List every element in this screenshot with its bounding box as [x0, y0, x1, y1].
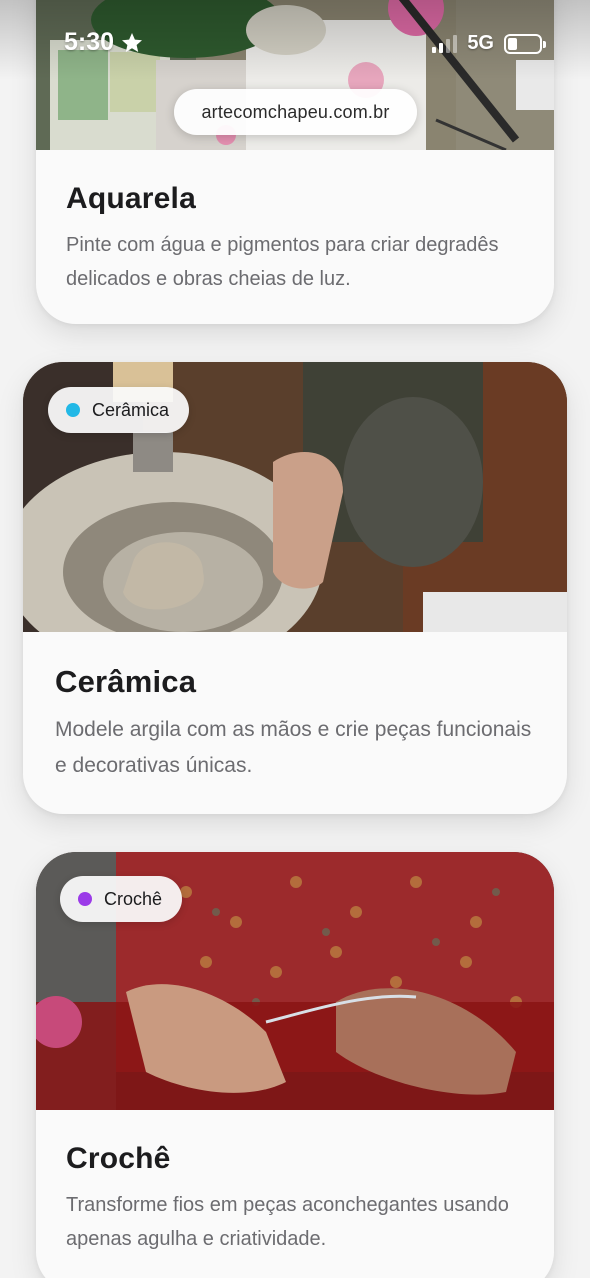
card-ceramica[interactable]: Cerâmica Cerâmica Modele argila com as m…: [23, 362, 567, 814]
address-bar-url: artecomchapeu.com.br: [201, 101, 390, 122]
card-description: Transforme fios em peças aconchegantes u…: [66, 1194, 509, 1250]
card-description: Modele argila com as mãos e crie peças f…: [55, 718, 532, 777]
status-time: 5:30: [64, 28, 144, 57]
tag-dot-icon: [66, 403, 80, 417]
star-icon: [122, 32, 143, 52]
card-body-ceramica: Cerâmica Modele argila com as mãos e cri…: [23, 664, 567, 784]
status-bar: 5:30 5G: [0, 0, 590, 90]
address-bar[interactable]: artecomchapeu.com.br: [174, 89, 417, 135]
card-title: Cerâmica: [55, 664, 197, 699]
tag-label: Crochê: [104, 888, 163, 909]
status-indicators: 5G: [432, 32, 546, 55]
tag-label: Cerâmica: [92, 399, 170, 420]
card-title: Aquarela: [66, 182, 196, 215]
battery-level: [508, 37, 517, 50]
category-tag-croche[interactable]: Crochê: [60, 876, 183, 922]
card-body-aquarela: Aquarela Pinte com água e pigmentos para…: [36, 182, 554, 296]
card-description: Pinte com água e pigmentos para criar de…: [66, 234, 499, 290]
battery-icon: [504, 33, 546, 54]
tag-dot-icon: [78, 892, 92, 906]
card-croche[interactable]: Crochê Crochê Transforme fios em peças a…: [36, 852, 554, 1278]
card-title: Crochê: [66, 1142, 171, 1175]
category-tag-ceramica[interactable]: Cerâmica: [48, 387, 190, 433]
status-time-label: 5:30: [64, 28, 115, 56]
network-label: 5G: [467, 32, 494, 54]
signal-icon: [432, 34, 458, 53]
card-body-croche: Crochê Transforme fios em peças aconcheg…: [36, 1142, 554, 1256]
